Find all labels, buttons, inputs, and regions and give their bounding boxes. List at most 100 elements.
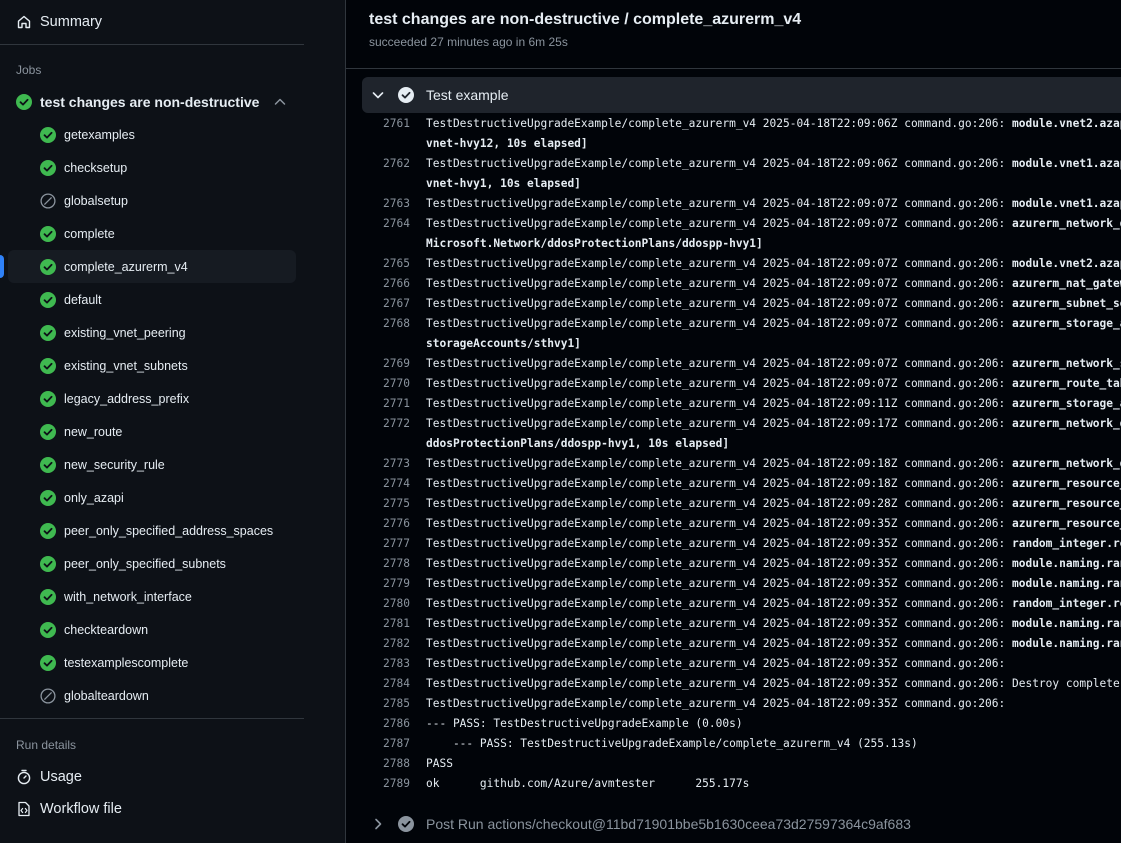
job-label: testexamplescomplete: [64, 655, 189, 670]
job-log-panel: test changes are non-destructive / compl…: [345, 0, 1121, 843]
check-circle-icon: [40, 522, 56, 539]
line-number[interactable]: 2776: [362, 514, 410, 534]
job-item[interactable]: getexamples: [8, 118, 296, 151]
line-number[interactable]: 2784: [362, 674, 410, 694]
job-label: checkteardown: [64, 622, 149, 637]
line-number[interactable]: 2775: [362, 494, 410, 514]
log-line: 2785 TestDestructiveUpgradeExample/comple…: [346, 694, 1121, 714]
line-number[interactable]: 2788: [362, 754, 410, 774]
job-item[interactable]: new_route: [8, 415, 296, 448]
line-number[interactable]: 2786: [362, 714, 410, 734]
log-text-prefix: TestDestructiveUpgradeExample/complete_a…: [426, 257, 1012, 270]
job-item[interactable]: new_security_rule: [8, 448, 296, 481]
log-text-prefix: TestDestructiveUpgradeExample/complete_a…: [426, 557, 1012, 570]
log-text-continuation: Microsoft.Network/ddosProtectionPlans/dd…: [426, 237, 763, 250]
log-text-resource: module.vnet1.azapi_: [1011, 157, 1121, 170]
duration-prefix: in: [515, 35, 526, 49]
job-item[interactable]: existing_vnet_subnets: [8, 349, 296, 382]
job-label: existing_vnet_subnets: [64, 358, 188, 373]
line-number[interactable]: 2761: [362, 114, 410, 134]
sidebar-item-summary[interactable]: Summary: [0, 6, 304, 38]
log-text-prefix: TestDestructiveUpgradeExample/complete_a…: [426, 457, 1012, 470]
job-item[interactable]: peer_only_specified_subnets: [8, 547, 296, 580]
line-number[interactable]: 2762: [362, 154, 410, 174]
log-line: 2788 PASS: [346, 754, 1121, 774]
line-number[interactable]: 2774: [362, 474, 410, 494]
line-number[interactable]: 2769: [362, 354, 410, 374]
check-circle-icon: [40, 225, 56, 242]
step-label: Post Run actions/checkout@11bd71901bbe5b…: [426, 816, 911, 832]
log-text: TestDestructiveUpgradeExample/complete_a…: [426, 474, 1121, 494]
job-label: new_security_rule: [64, 457, 165, 472]
log-line: 2784 TestDestructiveUpgradeExample/comple…: [346, 674, 1121, 694]
check-circle-icon: [40, 291, 56, 308]
sidebar-item-workflow-file[interactable]: Workflow file: [8, 793, 296, 825]
job-item[interactable]: only_azapi: [8, 481, 296, 514]
log-text-continuation: vnet-hvy1, 10s elapsed]: [426, 177, 581, 190]
line-number[interactable]: 2767: [362, 294, 410, 314]
log-line: 2772 TestDestructiveUpgradeExample/comple…: [346, 414, 1121, 454]
line-number[interactable]: 2780: [362, 594, 410, 614]
line-number[interactable]: 2778: [362, 554, 410, 574]
line-number[interactable]: 2777: [362, 534, 410, 554]
line-number[interactable]: 2785: [362, 694, 410, 714]
job-item[interactable]: default: [8, 283, 296, 316]
job-item[interactable]: existing_vnet_peering: [8, 316, 296, 349]
step-header-post-run-checkout[interactable]: Post Run actions/checkout@11bd71901bbe5b…: [362, 806, 1121, 842]
log-text: TestDestructiveUpgradeExample/complete_a…: [426, 414, 1121, 434]
home-icon: [16, 14, 32, 30]
line-number[interactable]: 2787: [362, 734, 410, 754]
sidebar-item-label: Workflow file: [40, 801, 122, 817]
log-text: TestDestructiveUpgradeExample/complete_a…: [426, 374, 1121, 394]
log-text: TestDestructiveUpgradeExample/complete_a…: [426, 114, 1121, 134]
log-text: TestDestructiveUpgradeExample/complete_a…: [426, 634, 1121, 654]
log-line: 2774 TestDestructiveUpgradeExample/comple…: [346, 474, 1121, 494]
log-text-continuation: ddosProtectionPlans/ddospp-hvy1, 10s ela…: [426, 437, 730, 450]
step-header-test-example[interactable]: Test example: [362, 77, 1121, 113]
line-number[interactable]: 2772: [362, 414, 410, 434]
log-text-prefix: TestDestructiveUpgradeExample/complete_a…: [426, 477, 1012, 490]
job-item[interactable]: globalsetup: [8, 184, 296, 217]
line-number[interactable]: 2773: [362, 454, 410, 474]
log-line: 2780 TestDestructiveUpgradeExample/comple…: [346, 594, 1121, 614]
log-text-resource: module.vnet2.azapi_: [1011, 117, 1121, 130]
job-item[interactable]: with_network_interface: [8, 580, 296, 613]
line-number[interactable]: 2783: [362, 654, 410, 674]
job-item[interactable]: complete: [8, 217, 296, 250]
log-text-resource: module.naming.rando: [1011, 617, 1121, 630]
job-item[interactable]: legacy_address_prefix: [8, 382, 296, 415]
job-item[interactable]: testexamplescomplete: [8, 646, 296, 679]
line-number[interactable]: 2763: [362, 194, 410, 214]
log-text-prefix: TestDestructiveUpgradeExample/complete_a…: [426, 197, 1012, 210]
log-text-resource: azurerm_network_ddo: [1011, 217, 1121, 230]
log-line: 2768 TestDestructiveUpgradeExample/comple…: [346, 314, 1121, 354]
log-text: TestDestructiveUpgradeExample/complete_a…: [426, 594, 1121, 614]
line-number[interactable]: 2782: [362, 634, 410, 654]
workflow-group-toggle[interactable]: test changes are non-destructive: [8, 86, 296, 118]
check-circle-icon: [40, 489, 56, 506]
sidebar-item-label: Usage: [40, 769, 82, 785]
log-text-resource: azurerm_resource_gr: [1011, 477, 1121, 490]
line-number[interactable]: 2779: [362, 574, 410, 594]
line-number[interactable]: 2789: [362, 774, 410, 794]
line-number[interactable]: 2766: [362, 274, 410, 294]
job-item[interactable]: checksetup: [8, 151, 296, 184]
job-item[interactable]: complete_azurerm_v4: [0, 250, 296, 283]
log-text-prefix: TestDestructiveUpgradeExample/complete_a…: [426, 297, 1012, 310]
job-item[interactable]: peer_only_specified_address_spaces: [8, 514, 296, 547]
job-item[interactable]: checkteardown: [8, 613, 296, 646]
line-number[interactable]: 2770: [362, 374, 410, 394]
log-line: 2770 TestDestructiveUpgradeExample/comple…: [346, 374, 1121, 394]
sidebar-item-usage[interactable]: Usage: [8, 761, 296, 793]
step-label: Test example: [426, 87, 509, 103]
line-number[interactable]: 2768: [362, 314, 410, 334]
log-line: 2782 TestDestructiveUpgradeExample/comple…: [346, 634, 1121, 654]
line-number[interactable]: 2765: [362, 254, 410, 274]
job-item[interactable]: globalteardown: [8, 679, 296, 712]
log-text-continuation: storageAccounts/sthvy1]: [426, 337, 581, 350]
line-number[interactable]: 2781: [362, 614, 410, 634]
chevron-up-icon[interactable]: [272, 94, 288, 110]
log-line: 2771 TestDestructiveUpgradeExample/comple…: [346, 394, 1121, 414]
line-number[interactable]: 2764: [362, 214, 410, 234]
line-number[interactable]: 2771: [362, 394, 410, 414]
